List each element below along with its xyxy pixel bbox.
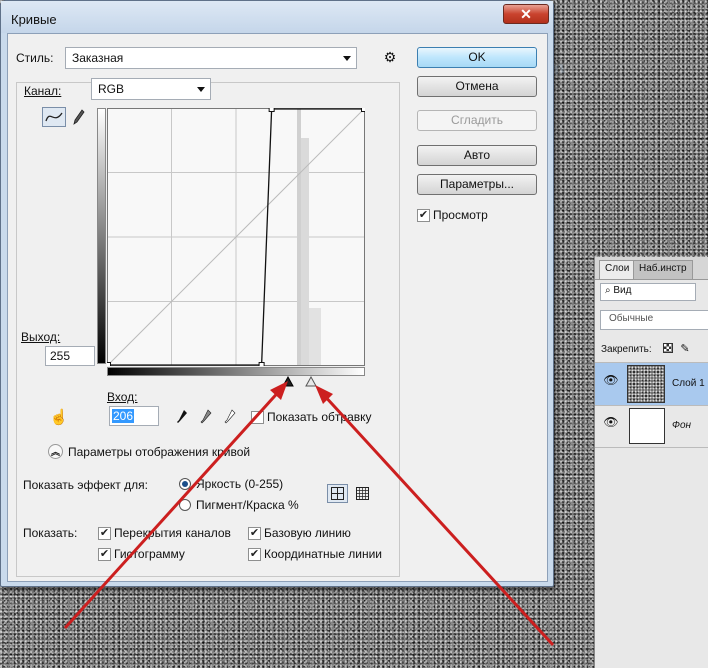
annotation-arrows — [63, 381, 555, 647]
arrow-to-black-slider — [63, 386, 284, 630]
arrow-to-white-slider — [320, 391, 555, 647]
